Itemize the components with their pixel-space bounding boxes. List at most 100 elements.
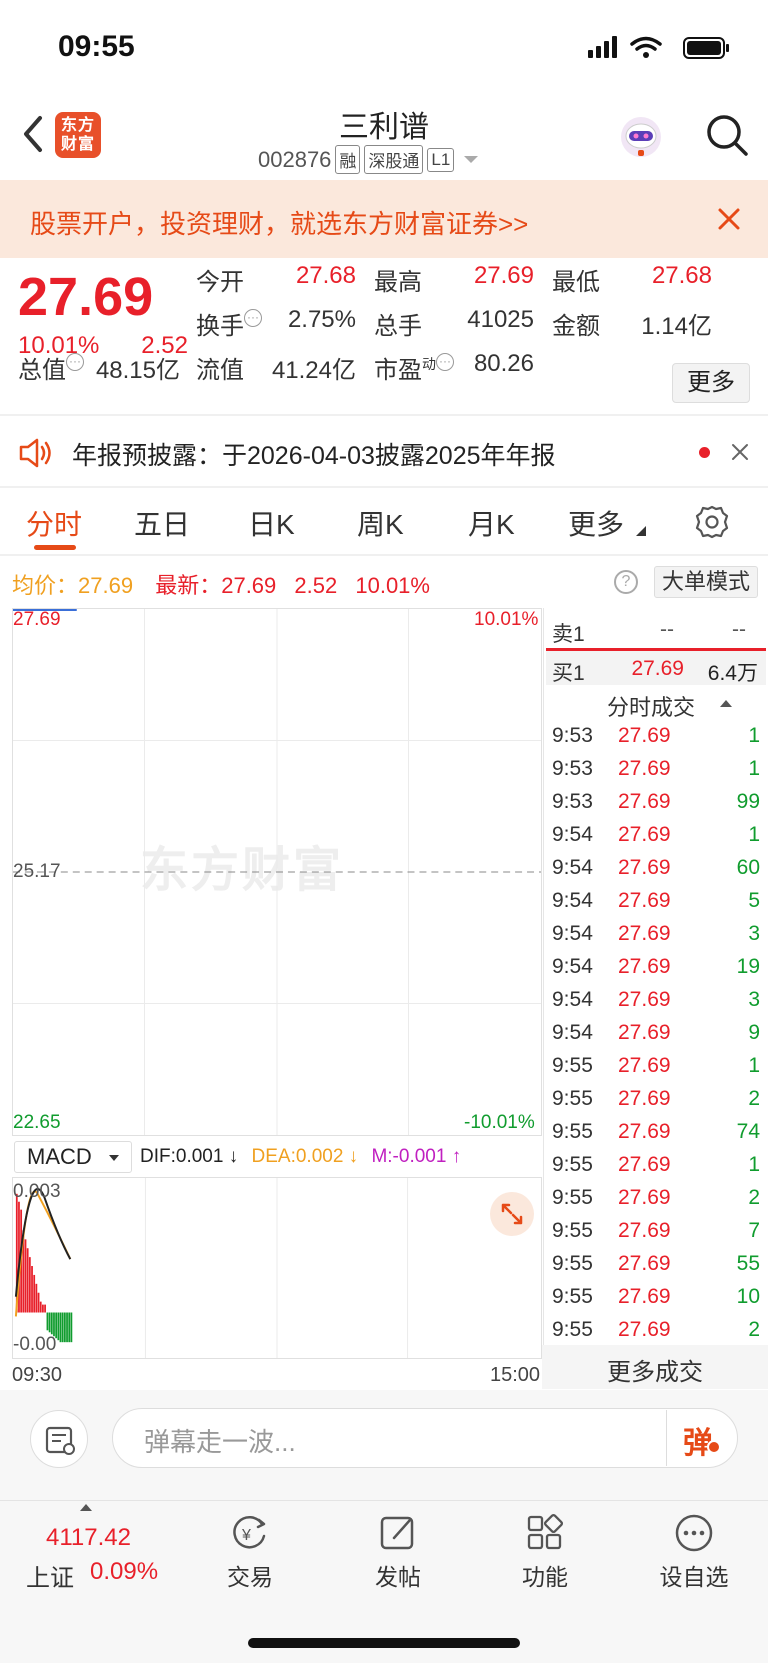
tab-more[interactable]: 更多 [568, 503, 624, 543]
trade-price: 27.69 [618, 789, 671, 813]
trade-volume: 19 [736, 954, 760, 978]
sell1-volume: -- [732, 618, 746, 641]
trade-row: 9:54 27.69 19 [546, 950, 762, 983]
status-icons [588, 36, 729, 59]
notes-button[interactable] [30, 1410, 88, 1468]
macd-bar [66, 1312, 68, 1343]
sell1-label: 卖1 [552, 623, 585, 646]
trade-price: 27.69 [618, 1119, 671, 1143]
macd-bar [35, 1283, 38, 1313]
trade-price: 27.69 [618, 987, 671, 1011]
m-value: M:-0.001 ↑ [371, 1146, 462, 1167]
dropdown-caret-icon [464, 156, 479, 163]
big-order-mode-button[interactable]: 大单模式 [654, 566, 758, 598]
indicator-select[interactable]: MACD [14, 1141, 132, 1173]
stock-code: 002876 [258, 146, 332, 172]
macd-bar [33, 1274, 36, 1313]
macd-bar [70, 1312, 73, 1343]
turnover-info-icon[interactable]: ··· [244, 309, 262, 327]
trade-price: 27.69 [618, 1152, 671, 1176]
danmu-toggle-button[interactable]: 弹 [683, 1418, 721, 1462]
banner-close-icon[interactable] [714, 204, 744, 234]
trade-price: 27.69 [618, 1053, 671, 1077]
home-indicator [248, 1638, 520, 1648]
intraday-chart[interactable] [12, 608, 542, 1136]
nav-watchlist-label: 设自选 [659, 1564, 729, 1590]
trade-row: 9:53 27.69 1 [546, 752, 762, 785]
y-label-bottom: 22.65 [13, 1112, 61, 1133]
trade-volume: 10 [736, 1284, 760, 1308]
trade-price: 27.69 [618, 1317, 671, 1341]
trade-time: 9:54 [552, 1020, 593, 1044]
settings-icon[interactable] [694, 504, 730, 540]
divider [666, 1410, 667, 1466]
tab-intraday[interactable]: 分时 [26, 503, 82, 543]
banner-text[interactable]: 股票开户，投资理财，就选东方财富证券>> [30, 204, 528, 241]
nav-add-watchlist[interactable]: 设自选 [644, 1512, 744, 1592]
nav-trade-label: 交易 [227, 1564, 273, 1590]
tab-five-day[interactable]: 五日 [134, 503, 190, 543]
trade-time: 9:55 [552, 1218, 593, 1242]
divider [0, 414, 768, 416]
macd-chart[interactable] [12, 1177, 542, 1359]
more-quote-button[interactable]: 更多 [672, 363, 750, 403]
turnover-label: 换手 ··· [196, 306, 262, 341]
latest-pct: 10.01% [355, 573, 430, 598]
nav-trade[interactable]: ¥ 交易 [200, 1512, 300, 1592]
index-expand-caret-icon[interactable] [80, 1504, 92, 1511]
trade-price: 27.69 [618, 921, 671, 945]
pe-info-icon[interactable]: ··· [436, 353, 454, 371]
trade-row: 9:55 27.69 1 [546, 1049, 762, 1082]
check-badge-icon [707, 1440, 721, 1454]
active-tab-indicator [34, 545, 76, 550]
collapse-caret-icon[interactable] [720, 700, 732, 707]
trades-title[interactable]: 分时成交 [607, 690, 695, 722]
signal-icon [588, 36, 617, 58]
macd-bar [46, 1312, 49, 1331]
avg-label: 均价： [12, 573, 79, 598]
sell1-price: -- [660, 618, 674, 641]
trade-volume: 74 [736, 1119, 760, 1143]
macd-bar [26, 1248, 29, 1313]
expand-icon[interactable] [490, 1192, 534, 1236]
notice-text[interactable]: 年报预披露：于2026-04-03披露2025年年报 [72, 436, 556, 472]
macd-bar [31, 1266, 33, 1313]
tab-daily-k[interactable]: 日K [248, 503, 295, 543]
amount-value: 1.14亿 [641, 313, 712, 340]
trade-row: 9:53 27.69 99 [546, 785, 762, 818]
tab-weekly-k[interactable]: 周K [357, 503, 404, 543]
nav-post[interactable]: 发帖 [348, 1512, 448, 1592]
speaker-icon [19, 438, 51, 468]
dea-value: DEA:0.002 ↓ [251, 1146, 359, 1167]
index-value[interactable]: 4117.42 [46, 1524, 131, 1552]
high-label: 最高 [374, 269, 422, 296]
trade-volume: 5 [748, 888, 760, 912]
search-icon[interactable] [704, 112, 750, 158]
trade-time: 9:54 [552, 954, 593, 978]
avg-value: 27.69 [78, 573, 134, 598]
trade-price: 27.69 [618, 756, 671, 780]
total-value-info-icon[interactable]: ··· [66, 353, 84, 371]
index-change[interactable]: 0.09% [90, 1558, 158, 1586]
macd-top-label: 0.003 [13, 1181, 61, 1202]
robot-assistant-icon[interactable] [618, 114, 664, 160]
svg-text:¥: ¥ [241, 1527, 251, 1544]
trade-volume: 1 [748, 756, 760, 780]
index-name[interactable]: 上证 [26, 1558, 74, 1593]
danmu-placeholder[interactable]: 弹幕走一波... [144, 1422, 296, 1459]
trade-volume: 99 [736, 789, 760, 813]
notice-close-icon[interactable] [730, 442, 750, 462]
tab-monthly-k[interactable]: 月K [468, 503, 515, 543]
trade-price: 27.69 [618, 1251, 671, 1275]
more-trades-label[interactable]: 更多成交 [542, 1352, 768, 1387]
macd-bottom-label: -0.00 [13, 1334, 57, 1355]
nav-functions[interactable]: 功能 [495, 1512, 595, 1592]
trade-row: 9:54 27.69 9 [546, 1016, 762, 1049]
help-icon[interactable]: ? [614, 570, 638, 594]
y-label-mid: 25.17 [13, 861, 61, 882]
stock-subtitle[interactable]: 002876 融 深股通 L1 [258, 145, 479, 174]
pct-label-top: 10.01% [474, 609, 539, 630]
wifi-icon [630, 36, 662, 51]
buy1-price: 27.69 [631, 657, 684, 680]
trade-price: 27.69 [618, 1284, 671, 1308]
